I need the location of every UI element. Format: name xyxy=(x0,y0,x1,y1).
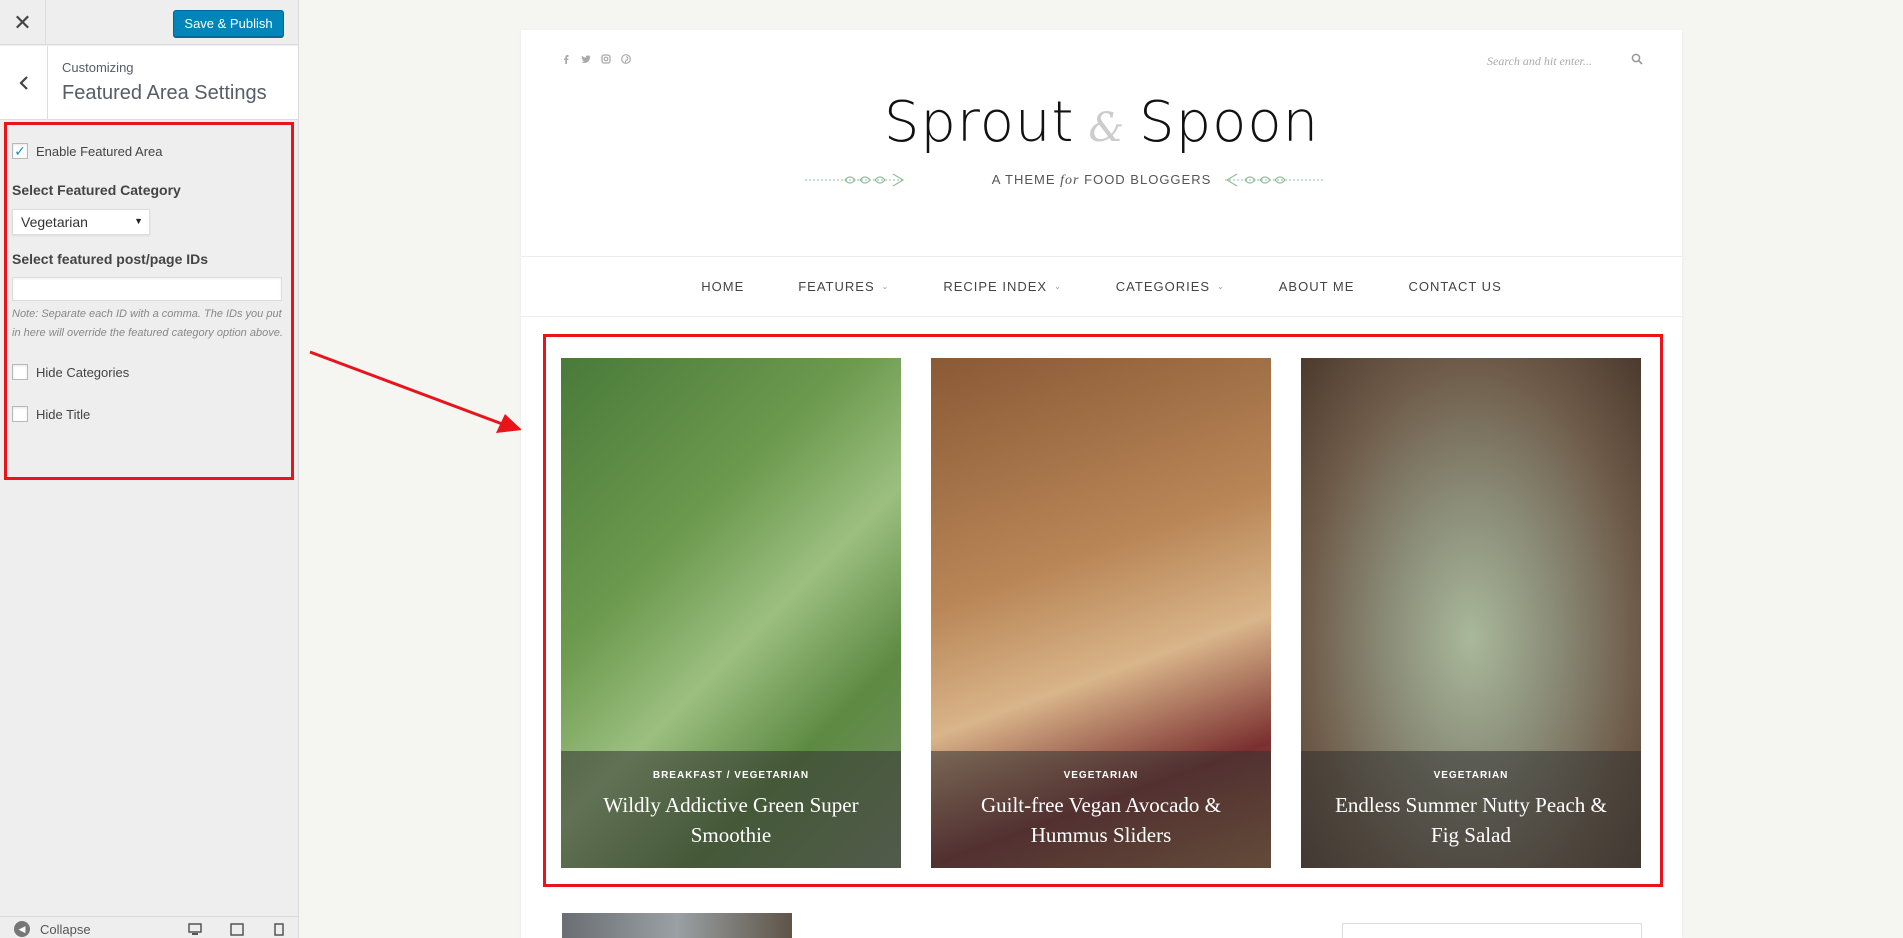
featured-title[interactable]: Endless Summer Nutty Peach & Fig Salad xyxy=(1301,790,1641,850)
chevron-down-icon: ⌄ xyxy=(1054,282,1062,291)
save-publish-button[interactable]: Save & Publish xyxy=(173,10,284,37)
social-links xyxy=(561,54,631,64)
site-tagline: A THEME for FOOD BLOGGERS xyxy=(521,172,1682,189)
featured-caption: VEGETARIAN Guilt-free Vegan Avocado & Hu… xyxy=(931,751,1271,868)
collapse-icon: ◀ xyxy=(14,921,30,937)
chevron-down-icon: ⌄ xyxy=(881,282,890,291)
chevron-down-icon: ⌄ xyxy=(1217,282,1225,291)
nav-label: HOME xyxy=(701,279,745,294)
featured-title[interactable]: Wildly Addictive Green Super Smoothie xyxy=(561,790,901,850)
enable-featured-checkbox[interactable]: ✓ xyxy=(12,143,28,159)
ids-input[interactable] xyxy=(12,277,282,301)
hide-title-label: Hide Title xyxy=(36,406,91,422)
logo-ampersand: & xyxy=(1088,105,1126,151)
hide-categories-label: Hide Categories xyxy=(36,364,130,380)
site-logo[interactable]: Sprout & Spoon xyxy=(521,90,1682,155)
hide-title-row[interactable]: Hide Title xyxy=(12,406,282,422)
featured-settings-panel: ✓ Enable Featured Area Select Featured C… xyxy=(12,143,283,422)
dropdown-arrow-icon: ▼ xyxy=(134,216,143,226)
ids-label: Select featured post/page IDs xyxy=(12,251,209,267)
tablet-icon[interactable] xyxy=(230,923,244,936)
nav-item-home[interactable]: HOME xyxy=(701,279,744,294)
ids-note: Note: Separate each ID with a comma. The… xyxy=(12,308,283,339)
tagline-em: for xyxy=(1060,173,1080,188)
featured-area: BREAKFAST / VEGETARIAN Wildly Addictive … xyxy=(561,358,1642,868)
close-icon[interactable]: ✕ xyxy=(0,0,46,45)
category-selected-value: Vegetarian xyxy=(21,214,88,230)
customizer-sidebar: ✕ Save & Publish Customizing Featured Ar… xyxy=(0,0,299,938)
sidebar-widget xyxy=(1342,923,1642,938)
collapse-label: Collapse xyxy=(40,921,91,937)
customizing-label: Customizing xyxy=(62,60,134,75)
section-header: Customizing Featured Area Settings xyxy=(0,46,298,120)
mobile-icon[interactable] xyxy=(272,923,286,936)
logo-word-left: Sprout xyxy=(883,90,1075,155)
nav-item-recipe-index[interactable]: RECIPE INDEX ⌄ xyxy=(943,279,1061,294)
nav-item-categories[interactable]: CATEGORIES ⌄ xyxy=(1116,279,1225,294)
featured-caption: BREAKFAST / VEGETARIAN Wildly Addictive … xyxy=(561,751,901,868)
category-select[interactable]: Vegetarian ▼ xyxy=(12,209,150,235)
customizer-topbar: ✕ Save & Publish xyxy=(0,0,298,45)
tagline-part-a: A THEME xyxy=(991,172,1056,187)
search-icon[interactable] xyxy=(1631,53,1643,65)
checkmark-icon: ✓ xyxy=(14,143,26,159)
featured-categories[interactable]: BREAKFAST / VEGETARIAN xyxy=(561,770,901,781)
annotation-arrow xyxy=(309,350,522,433)
site-preview: Search and hit enter... Sprout & Spoon A T… xyxy=(521,30,1682,938)
nav-label: FEATURES xyxy=(798,279,875,294)
twitter-icon[interactable] xyxy=(581,54,591,64)
nav-label: CONTACT US xyxy=(1408,279,1502,294)
nav-label: CATEGORIES xyxy=(1115,279,1211,294)
post-thumbnail[interactable] xyxy=(562,913,792,938)
featured-categories[interactable]: VEGETARIAN xyxy=(931,770,1271,781)
nav-item-contact-us[interactable]: CONTACT US xyxy=(1408,279,1501,294)
featured-post-card[interactable]: VEGETARIAN Guilt-free Vegan Avocado & Hu… xyxy=(931,358,1271,868)
featured-caption: VEGETARIAN Endless Summer Nutty Peach & … xyxy=(1301,751,1641,868)
pinterest-icon[interactable] xyxy=(621,54,631,64)
section-title: Featured Area Settings xyxy=(62,82,267,104)
tagline-part-b: FOOD BLOGGERS xyxy=(1084,172,1212,187)
hide-categories-row[interactable]: Hide Categories xyxy=(12,364,282,380)
hide-categories-checkbox[interactable] xyxy=(12,364,28,380)
facebook-icon[interactable] xyxy=(561,54,571,64)
chevron-left-icon[interactable] xyxy=(0,46,48,119)
search-input[interactable]: Search and hit enter... xyxy=(1487,54,1592,69)
featured-categories[interactable]: VEGETARIAN xyxy=(1301,770,1641,781)
collapse-button[interactable]: ◀ Collapse xyxy=(14,921,91,937)
nav-item-features[interactable]: FEATURES ⌄ xyxy=(798,279,889,294)
sidebar-footer: ◀ Collapse xyxy=(0,916,298,938)
main-nav: HOME FEATURES ⌄ RECIPE INDEX ⌄ CATEGORIES ⌄… xyxy=(521,256,1682,317)
instagram-icon[interactable] xyxy=(601,54,611,64)
featured-title[interactable]: Guilt-free Vegan Avocado & Hummus Slider… xyxy=(931,790,1271,850)
category-label: Select Featured Category xyxy=(12,182,181,198)
nav-item-about-me[interactable]: ABOUT ME xyxy=(1279,279,1355,294)
nav-label: RECIPE INDEX xyxy=(943,279,1048,294)
enable-featured-label: Enable Featured Area xyxy=(36,143,163,159)
nav-label: ABOUT ME xyxy=(1278,279,1355,294)
logo-word-right: Spoon xyxy=(1139,90,1320,155)
enable-featured-row[interactable]: ✓ Enable Featured Area xyxy=(12,143,282,159)
featured-post-card[interactable]: BREAKFAST / VEGETARIAN Wildly Addictive … xyxy=(561,358,901,868)
desktop-icon[interactable] xyxy=(188,923,202,936)
vine-right-icon xyxy=(1225,173,1325,187)
hide-title-checkbox[interactable] xyxy=(12,406,28,422)
featured-post-card[interactable]: VEGETARIAN Endless Summer Nutty Peach & … xyxy=(1301,358,1641,868)
